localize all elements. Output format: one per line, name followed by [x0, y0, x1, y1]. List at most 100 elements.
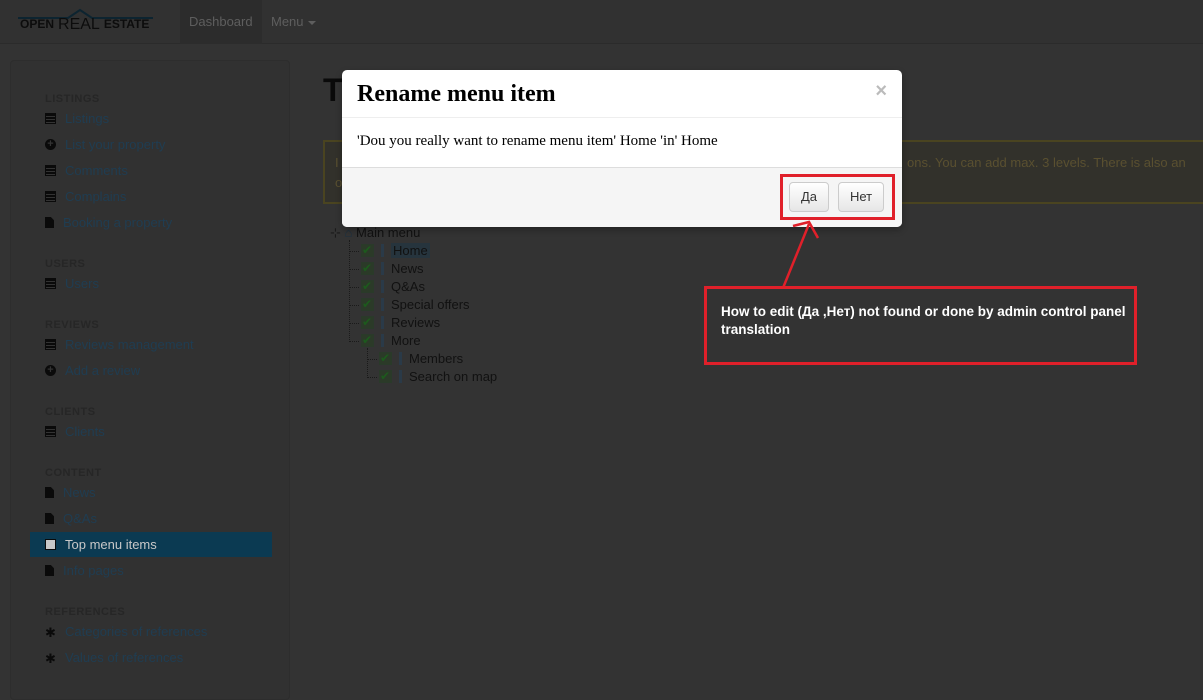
- sidebar-item[interactable]: Reviews management: [30, 332, 272, 357]
- tree-node[interactable]: More: [349, 331, 421, 350]
- list-icon: [45, 165, 56, 176]
- list-icon: [45, 426, 56, 437]
- sidebar: LISTINGS Listings List your property Commen…: [10, 60, 290, 700]
- tree-node[interactable]: Special offers: [349, 295, 470, 314]
- checkbox-checked-icon[interactable]: [361, 259, 374, 277]
- page-icon: [377, 316, 387, 329]
- tree-node-label: Special offers: [391, 297, 470, 312]
- nav-dashboard[interactable]: Dashboard: [180, 0, 262, 44]
- tree-node-child[interactable]: Members: [367, 349, 464, 368]
- list-icon: [45, 191, 56, 202]
- section-header: LISTINGS: [45, 93, 100, 105]
- checkbox-checked-icon[interactable]: [361, 241, 374, 259]
- page-title: T: [323, 72, 343, 108]
- section-header: CONTENT: [45, 467, 102, 479]
- annotation-highlight-box: [780, 174, 895, 220]
- tree-connector: [367, 359, 377, 361]
- sidebar-item-label: Comments: [65, 163, 128, 178]
- tree-node-child[interactable]: Search on map: [367, 367, 497, 386]
- checkbox-checked-icon[interactable]: [361, 313, 374, 331]
- nav-menu-label: Menu: [271, 14, 304, 29]
- tree-node[interactable]: Reviews: [349, 313, 441, 332]
- sidebar-item-label: Reviews management: [65, 337, 194, 352]
- tree-node-label: More: [391, 333, 421, 348]
- tree-connector: [349, 341, 359, 343]
- sidebar-item[interactable]: List your property: [30, 132, 272, 157]
- sidebar-item[interactable]: ✱ Values of references: [30, 645, 272, 670]
- sidebar-item[interactable]: Info pages: [30, 558, 272, 583]
- sidebar-item-label: List your property: [65, 137, 166, 152]
- logo[interactable]: OPEN REAL ESTATE: [18, 6, 153, 34]
- sidebar-item[interactable]: Booking a property: [30, 210, 272, 235]
- tree-node[interactable]: Q&As: [349, 277, 425, 296]
- tree-node[interactable]: Home: [349, 241, 430, 260]
- sidebar-item-label: Booking a property: [63, 215, 173, 230]
- asterisk-icon: ✱: [45, 651, 56, 666]
- section-header: REFERENCES: [45, 606, 126, 618]
- sidebar-item-label: Listings: [65, 111, 110, 126]
- logo-real: REAL: [58, 16, 100, 33]
- alert-text-end: ons. You can add max. 3 levels. There is…: [907, 155, 1186, 170]
- sidebar-item[interactable]: Add a review: [30, 358, 272, 383]
- section-header: USERS: [45, 258, 86, 270]
- sidebar-item[interactable]: Q&As: [30, 506, 272, 531]
- dialog-message: 'Dou you really want to rename menu item…: [357, 133, 718, 149]
- checkbox-checked-icon[interactable]: [379, 349, 392, 367]
- sidebar-item-label: Complains: [65, 189, 127, 204]
- plus-circle-icon: [45, 358, 56, 383]
- sidebar-item[interactable]: Top menu items: [30, 532, 272, 557]
- page-icon: [377, 262, 387, 275]
- sidebar-item-label: Categories of references: [65, 624, 208, 639]
- page-icon: [395, 352, 405, 365]
- checkbox-checked-icon[interactable]: [361, 331, 374, 349]
- sidebar-item-label: News: [63, 485, 96, 500]
- sidebar-item-label: Q&As: [63, 511, 97, 526]
- tree-connector: [349, 323, 359, 325]
- nav-menu-dropdown[interactable]: Menu: [262, 0, 325, 44]
- tree-node[interactable]: News: [349, 259, 424, 278]
- sidebar-item-label: Values of references: [65, 650, 184, 665]
- logo-estate: ESTATE: [103, 17, 150, 31]
- collapse-icon[interactable]: ⊹: [330, 225, 341, 240]
- file-icon: [45, 217, 54, 228]
- list-icon: [45, 339, 56, 350]
- page-icon: [377, 334, 387, 347]
- tree-node-label: Reviews: [391, 315, 441, 330]
- list-icon: [45, 278, 56, 289]
- page-icon: [395, 370, 405, 383]
- close-icon[interactable]: ×: [875, 80, 887, 103]
- page-icon: [377, 280, 387, 293]
- checkbox-checked-icon[interactable]: [379, 367, 392, 385]
- plus-circle-icon: [45, 132, 56, 157]
- tree-connector: [367, 377, 377, 379]
- sidebar-item[interactable]: Listings: [30, 106, 272, 131]
- tree-node-label: News: [391, 261, 424, 276]
- list-icon: [45, 539, 56, 550]
- tree-connector: [349, 269, 359, 271]
- asterisk-icon: ✱: [45, 625, 56, 640]
- section-header: CLIENTS: [45, 406, 96, 418]
- sidebar-item-label: Info pages: [63, 563, 124, 578]
- list-icon: [45, 113, 56, 124]
- dialog-title: Rename menu item: [357, 81, 556, 107]
- tree-node-label: Home: [391, 243, 430, 258]
- checkbox-checked-icon[interactable]: [361, 277, 374, 295]
- file-icon: [45, 565, 54, 576]
- tree-node-label: Q&As: [391, 279, 425, 294]
- sidebar-item[interactable]: Complains: [30, 184, 272, 209]
- alert-text-start: I: [335, 155, 339, 170]
- file-icon: [45, 513, 54, 524]
- home-icon: ⌂: [344, 225, 353, 240]
- tree-node-label: Members: [409, 351, 464, 366]
- page-icon: [377, 298, 387, 311]
- sidebar-item[interactable]: Users: [30, 271, 272, 296]
- sidebar-item-label: Add a review: [65, 363, 141, 378]
- checkbox-checked-icon[interactable]: [361, 295, 374, 313]
- sidebar-item[interactable]: News: [30, 480, 272, 505]
- caret-down-icon: [307, 20, 316, 25]
- sidebar-item[interactable]: Comments: [30, 158, 272, 183]
- tree-connector: [349, 305, 359, 307]
- sidebar-item[interactable]: Clients: [30, 419, 272, 444]
- sidebar-item[interactable]: ✱ Categories of references: [30, 619, 272, 644]
- section-header: REVIEWS: [45, 319, 100, 331]
